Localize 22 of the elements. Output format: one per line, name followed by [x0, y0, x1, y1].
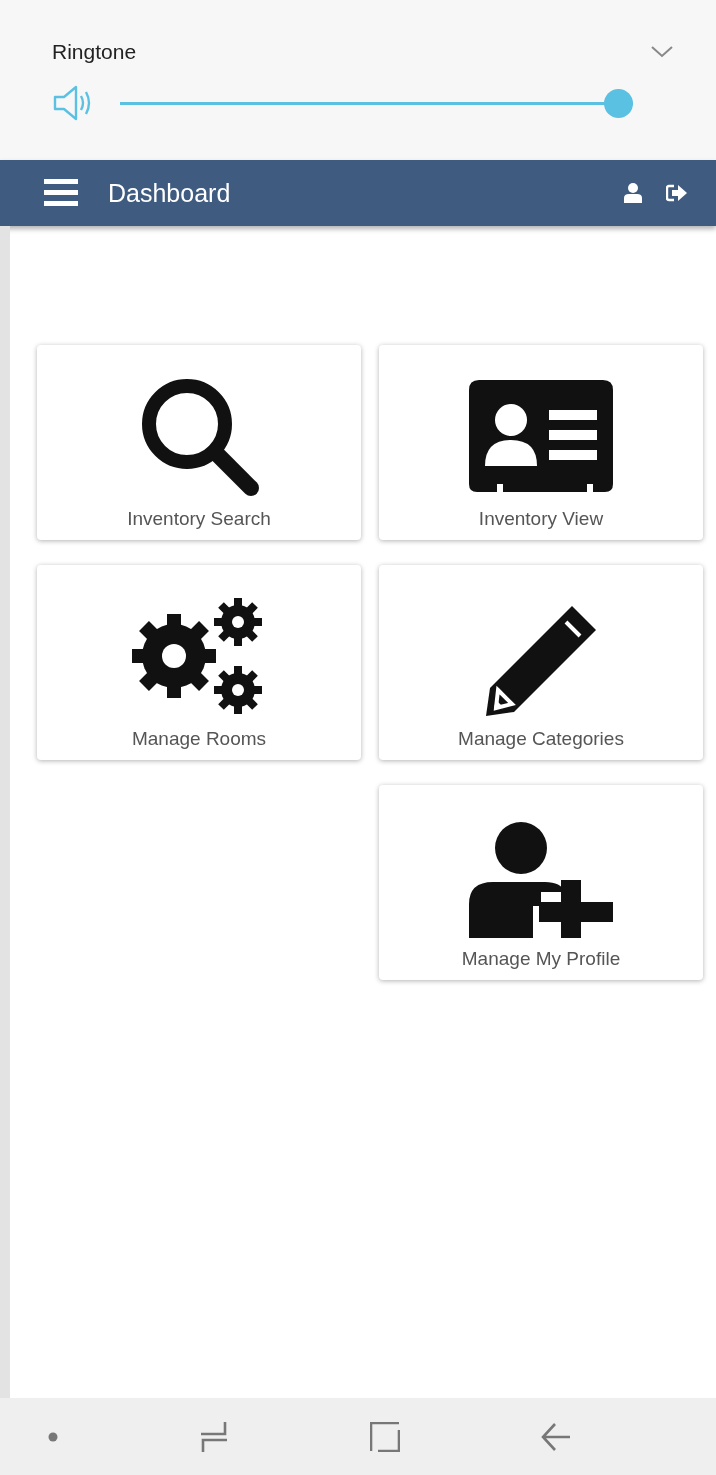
- app-title: Dashboard: [108, 178, 232, 208]
- user-plus-icon: [469, 822, 613, 938]
- recent-apps-icon[interactable]: [199, 1420, 229, 1453]
- chevron-down-icon[interactable]: [650, 45, 674, 59]
- volume-title: Ringtone: [52, 40, 137, 64]
- tile-label: Inventory View: [478, 508, 604, 530]
- tile-label: Manage My Profile: [461, 948, 621, 970]
- dashboard-tile[interactable]: Inventory View: [379, 345, 703, 540]
- tile-label: Manage Rooms: [131, 728, 267, 750]
- menu-icon[interactable]: [44, 179, 78, 207]
- back-icon[interactable]: [541, 1421, 571, 1452]
- logout-icon[interactable]: [666, 184, 688, 202]
- dashboard-tile[interactable]: Manage Rooms: [37, 565, 361, 760]
- dashboard-tile[interactable]: Inventory Search: [37, 345, 361, 540]
- dot-icon[interactable]: [48, 1431, 58, 1442]
- dashboard-tile[interactable]: Manage My Profile: [379, 785, 703, 980]
- tile-label: Manage Categories: [458, 728, 624, 750]
- pencil-icon: [484, 604, 598, 718]
- home-icon[interactable]: [370, 1421, 400, 1452]
- user-icon[interactable]: [624, 183, 642, 203]
- tile-label: Inventory Search: [127, 508, 271, 530]
- dashboard-tile[interactable]: Manage Categories: [379, 565, 703, 760]
